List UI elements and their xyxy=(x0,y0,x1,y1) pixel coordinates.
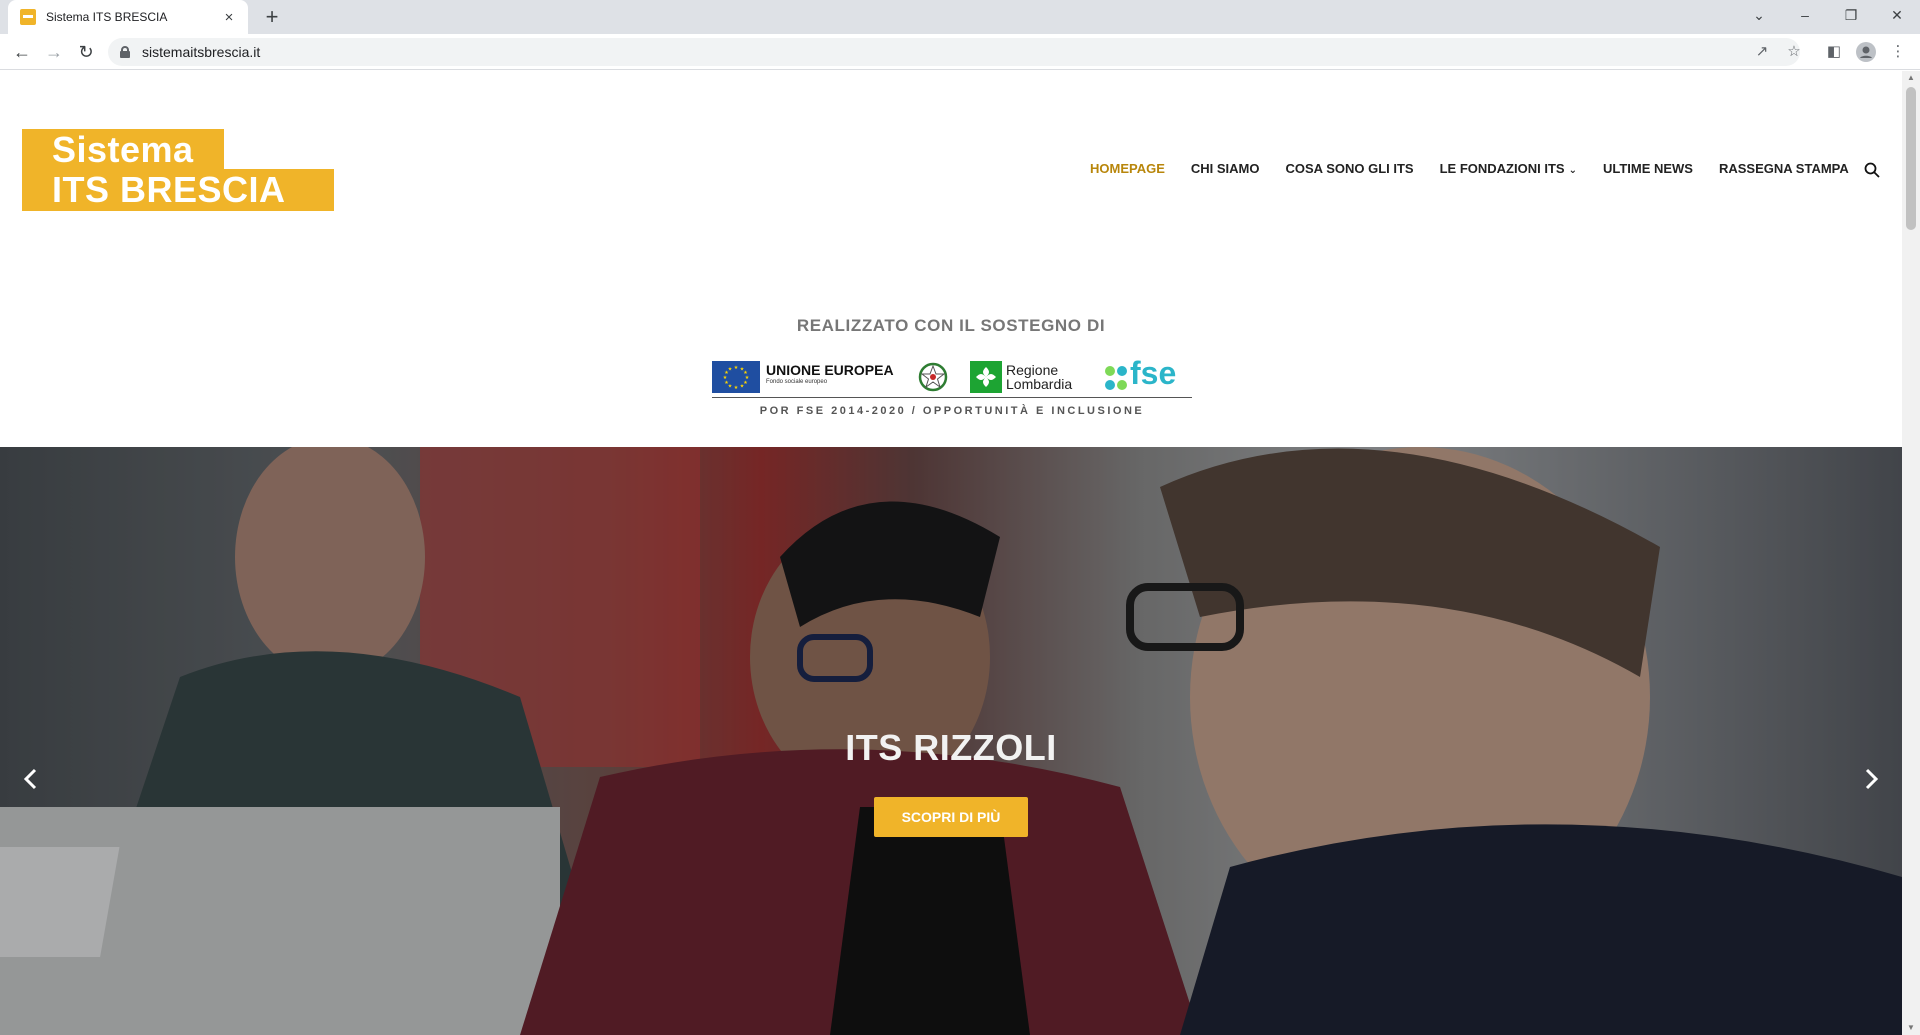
italian-emblem-icon xyxy=(918,362,948,392)
scroll-thumb[interactable] xyxy=(1906,87,1916,230)
site-logo[interactable]: Sistema ITS BRESCIA xyxy=(22,129,334,211)
eu-title: UNIONE EUROPEA xyxy=(766,362,894,378)
lombardia-logo-icon xyxy=(970,361,1002,393)
back-icon[interactable]: ← xyxy=(8,38,36,66)
sostegno-heading: REALIZZATO CON IL SOSTEGNO DI xyxy=(796,316,1106,335)
partners-divider xyxy=(712,397,1192,398)
partner-logos: ★ ★ ★ ★ ★ ★ ★ ★ ★ ★ ★ ★ UNIONE EUROPEA Fondo soc… xyxy=(712,355,1192,421)
tab-title: Sistema ITS BRESCIA xyxy=(46,10,168,24)
window-close-icon[interactable]: ✕ xyxy=(1874,0,1920,30)
logo-line2: ITS BRESCIA xyxy=(52,169,286,210)
eu-subtitle: Fondo sociale europeo xyxy=(766,379,828,385)
nav-homepage[interactable]: HOMEPAGE xyxy=(1090,161,1165,176)
nav-rassegna-stampa[interactable]: RASSEGNA STAMPA xyxy=(1719,161,1849,176)
lombardia-line2: Lombardia xyxy=(1006,376,1073,392)
url-text: sistemaitsbrescia.it xyxy=(142,44,261,60)
search-icon[interactable] xyxy=(1864,162,1880,178)
nav-le-fondazioni-its-label: LE FONDAZIONI ITS xyxy=(1439,161,1565,176)
lock-icon xyxy=(120,46,130,58)
svg-text:★: ★ xyxy=(740,384,745,390)
browser-tab-bar: Sistema ITS BRESCIA × + ⌄ – ❐ ✕ xyxy=(0,0,1920,34)
chevron-right-icon[interactable] xyxy=(1856,764,1886,794)
svg-text:★: ★ xyxy=(728,367,733,373)
logo-line1: Sistema xyxy=(52,129,194,170)
nav-le-fondazioni-its[interactable]: LE FONDAZIONI ITS ⌄ xyxy=(1440,161,1577,176)
eu-flag-icon: ★ ★ ★ ★ ★ ★ ★ ★ ★ ★ ★ ★ xyxy=(712,361,760,393)
favicon-icon xyxy=(20,9,36,25)
fse-label: fse xyxy=(1130,355,1177,391)
partners-caption: POR FSE 2014-2020 / OPPORTUNITÀ E INCLUS… xyxy=(759,405,1145,417)
address-bar[interactable]: sistemaitsbrescia.it xyxy=(108,38,1800,66)
new-tab-button[interactable]: + xyxy=(258,3,286,31)
minimize-icon[interactable]: – xyxy=(1782,0,1828,30)
lombardia-label: Regione Lombardia xyxy=(1006,363,1072,391)
fse-logo-icon xyxy=(1105,366,1127,390)
nav-chi-siamo[interactable]: CHI SIAMO xyxy=(1191,161,1260,176)
scroll-down-icon[interactable]: ▼ xyxy=(1902,1021,1920,1035)
star-icon[interactable]: ☆ xyxy=(1782,38,1806,66)
browser-toolbar: ← → ↻ sistemaitsbrescia.it ↗ ☆ ◧ ⋮ xyxy=(0,34,1920,70)
hero-title: ITS RIZZOLI xyxy=(845,727,1057,768)
scroll-up-icon[interactable]: ▲ xyxy=(1902,71,1920,85)
lombardia-line1: Regione xyxy=(1006,362,1059,378)
close-icon[interactable]: × xyxy=(220,9,238,26)
web-page: Sistema ITS BRESCIA HOMEPAGE CHI SIAMO C… xyxy=(0,71,1902,1035)
nav-ultime-news[interactable]: ULTIME NEWS xyxy=(1603,161,1693,176)
chevron-down-icon: ⌄ xyxy=(1568,165,1577,176)
restore-icon[interactable]: ❐ xyxy=(1828,0,1874,30)
page-scrollbar[interactable]: ▲ ▼ xyxy=(1902,71,1920,1035)
svg-text:★: ★ xyxy=(734,365,739,371)
forward-icon[interactable]: → xyxy=(40,38,68,66)
hero-slider: ITS RIZZOLI SCOPRI DI PIÙ xyxy=(0,447,1902,1035)
main-nav: HOMEPAGE CHI SIAMO COSA SONO GLI ITS LE … xyxy=(1090,161,1875,176)
tab-search-icon[interactable]: ⌄ xyxy=(1736,0,1782,30)
nav-cosa-sono-gli-its[interactable]: COSA SONO GLI ITS xyxy=(1286,161,1414,176)
svg-text:★: ★ xyxy=(734,385,739,391)
profile-icon[interactable] xyxy=(1854,38,1878,66)
sidepanel-icon[interactable]: ◧ xyxy=(1822,38,1846,66)
reload-icon[interactable]: ↻ xyxy=(72,38,100,66)
chevron-left-icon[interactable] xyxy=(16,764,46,794)
scopri-di-piu-button[interactable]: SCOPRI DI PIÙ xyxy=(874,797,1028,837)
share-icon[interactable]: ↗ xyxy=(1750,38,1774,66)
browser-tab[interactable]: Sistema ITS BRESCIA × xyxy=(8,0,248,34)
menu-icon[interactable]: ⋮ xyxy=(1886,38,1910,66)
